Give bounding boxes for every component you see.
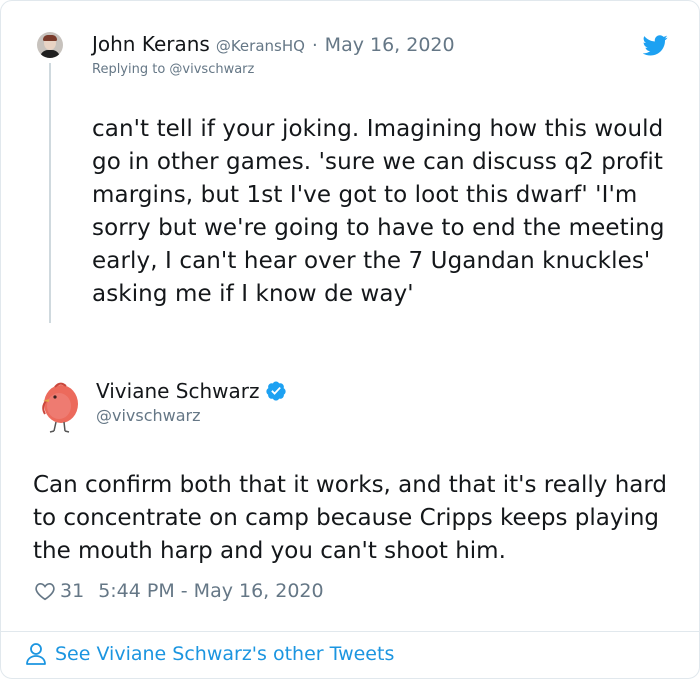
reply-date[interactable]: May 16, 2020: [325, 34, 455, 56]
avatar-shirt: [40, 50, 60, 58]
reply-author-name[interactable]: John Kerans: [92, 32, 210, 56]
avatar-hair: [43, 35, 57, 41]
reply-tweet-text: can't tell if your joking. Imagining how…: [92, 116, 665, 307]
see-other-tweets-label: See Viviane Schwarz's other Tweets: [55, 643, 395, 665]
tweet-meta-row: 31 5:44 PM - May 16, 2020: [34, 580, 324, 602]
reply-author-handle[interactable]: @KeransHQ: [216, 37, 305, 55]
main-tweet-text: Can confirm both that it works, and that…: [33, 472, 668, 564]
tweet-embed-card: John Kerans @KeransHQ · May 16, 2020 Rep…: [0, 0, 700, 679]
see-other-tweets-link[interactable]: See Viviane Schwarz's other Tweets: [25, 642, 394, 666]
main-author-row: Viviane Schwarz: [96, 379, 287, 403]
heart-icon[interactable]: [34, 580, 56, 602]
replying-to-label[interactable]: Replying to @vivschwarz: [92, 62, 254, 77]
thread-connector-line: [49, 63, 51, 323]
like-count[interactable]: 31: [60, 580, 84, 602]
tweet-timestamp[interactable]: 5:44 PM - May 16, 2020: [98, 580, 323, 602]
footer-divider: [1, 631, 699, 632]
reply-author-avatar[interactable]: [37, 32, 63, 58]
person-icon: [26, 643, 46, 665]
main-author-name[interactable]: Viviane Schwarz: [96, 379, 260, 403]
reply-header: John Kerans @KeransHQ · May 16, 2020: [92, 32, 455, 56]
main-author-handle[interactable]: @vivschwarz: [96, 406, 201, 425]
header-separator: ·: [311, 35, 318, 56]
twitter-bird-icon[interactable]: [643, 35, 668, 56]
bird-avatar[interactable]: [38, 377, 84, 435]
verified-icon: [265, 381, 286, 401]
